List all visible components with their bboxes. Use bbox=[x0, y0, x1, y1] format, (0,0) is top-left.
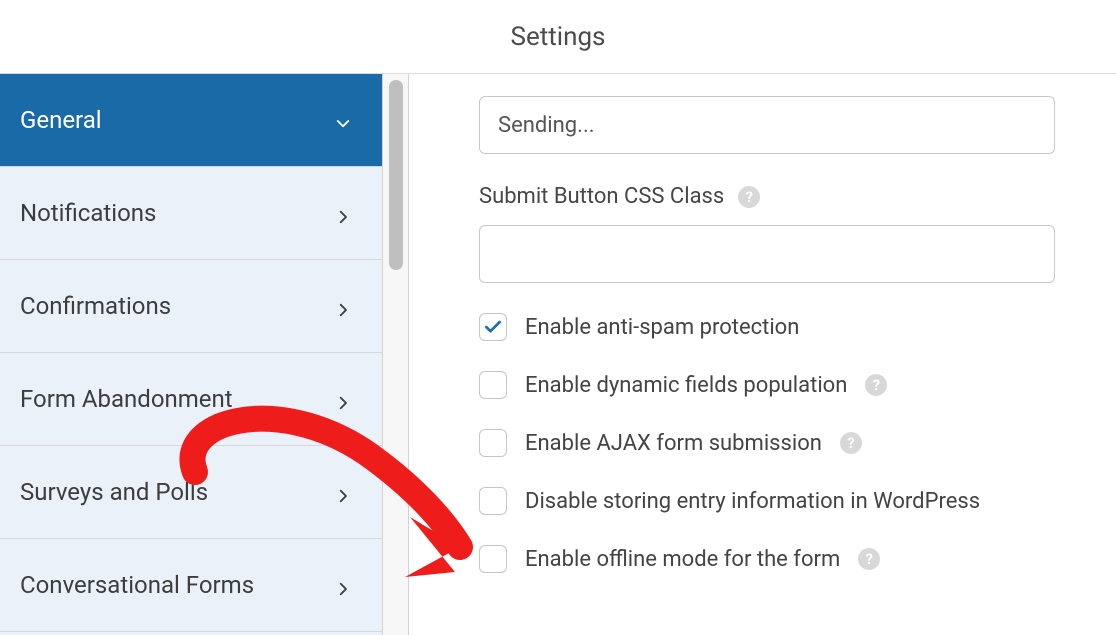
checkbox-label: Enable offline mode for the form bbox=[525, 547, 840, 572]
sidebar-item-label: Notifications bbox=[20, 199, 156, 227]
checkbox[interactable] bbox=[479, 545, 507, 573]
checkbox-label: Enable AJAX form submission bbox=[525, 431, 822, 456]
help-icon[interactable]: ? bbox=[738, 186, 760, 208]
checkbox[interactable] bbox=[479, 313, 507, 341]
scrollbar-thumb[interactable] bbox=[389, 80, 403, 270]
checkbox-label: Disable storing entry information in Wor… bbox=[525, 489, 980, 514]
chevron-down-icon bbox=[334, 111, 352, 129]
chevron-right-icon bbox=[334, 297, 352, 315]
chevron-right-icon bbox=[334, 204, 352, 222]
settings-sidebar: General Notifications Confirmations Form… bbox=[0, 74, 383, 635]
chevron-right-icon bbox=[334, 483, 352, 501]
sidebar-item-conversational-forms[interactable]: Conversational Forms bbox=[0, 539, 382, 632]
css-class-label: Submit Button CSS Class bbox=[479, 184, 724, 209]
settings-title: Settings bbox=[511, 22, 606, 52]
submit-processing-text-input[interactable]: Sending... bbox=[479, 96, 1055, 154]
chevron-right-icon bbox=[334, 576, 352, 594]
checkbox[interactable] bbox=[479, 487, 507, 515]
option-ajax-submission[interactable]: Enable AJAX form submission ? bbox=[479, 429, 1076, 457]
sidebar-item-general[interactable]: General bbox=[0, 74, 382, 167]
option-disable-storing-entry[interactable]: Disable storing entry information in Wor… bbox=[479, 487, 1076, 515]
sidebar-item-label: Confirmations bbox=[20, 292, 171, 320]
checkbox[interactable] bbox=[479, 371, 507, 399]
option-anti-spam[interactable]: Enable anti-spam protection bbox=[479, 313, 1076, 341]
sidebar-item-surveys-polls[interactable]: Surveys and Polls bbox=[0, 446, 382, 539]
field-value: Sending... bbox=[498, 113, 595, 138]
help-icon[interactable]: ? bbox=[840, 432, 862, 454]
sidebar-item-confirmations[interactable]: Confirmations bbox=[0, 260, 382, 353]
sidebar-item-label: Conversational Forms bbox=[20, 571, 254, 599]
sidebar-item-form-abandonment[interactable]: Form Abandonment bbox=[0, 353, 382, 446]
chevron-right-icon bbox=[334, 390, 352, 408]
option-offline-mode[interactable]: Enable offline mode for the form ? bbox=[479, 545, 1076, 573]
scrollbar-track[interactable] bbox=[383, 74, 409, 635]
sidebar-item-label: Form Abandonment bbox=[20, 385, 233, 413]
settings-panel: Sending... Submit Button CSS Class ? Ena… bbox=[409, 74, 1116, 635]
help-icon[interactable]: ? bbox=[858, 548, 880, 570]
help-icon[interactable]: ? bbox=[865, 374, 887, 396]
sidebar-item-label: Surveys and Polls bbox=[20, 478, 208, 506]
sidebar-item-notifications[interactable]: Notifications bbox=[0, 167, 382, 260]
checkbox-label: Enable anti-spam protection bbox=[525, 315, 799, 340]
option-dynamic-fields[interactable]: Enable dynamic fields population ? bbox=[479, 371, 1076, 399]
submit-css-class-input[interactable] bbox=[479, 225, 1055, 283]
checkbox[interactable] bbox=[479, 429, 507, 457]
settings-header: Settings bbox=[0, 0, 1116, 74]
sidebar-item-label: General bbox=[20, 106, 102, 134]
checkbox-label: Enable dynamic fields population bbox=[525, 373, 847, 398]
